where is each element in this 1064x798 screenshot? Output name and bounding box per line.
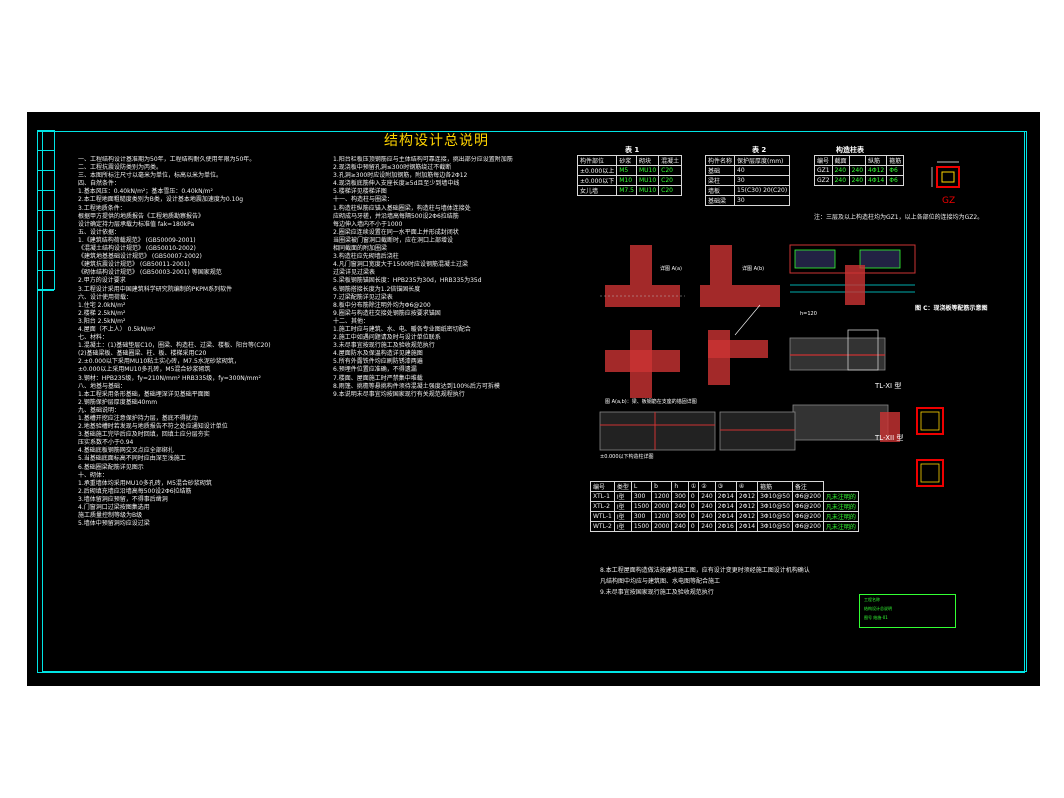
table-header-cell: ④ [735,481,759,492]
lintel-type-1: TL-XI 型 [874,381,901,390]
detail-c-label: 图 A(a,b)：梁、板钢筋在支座的锚固详图 [605,398,697,405]
table-cell: 2Φ12 [735,511,759,522]
gz-section [936,166,960,188]
table-cell: 240 [698,501,716,512]
table-cell: Φ6@200 [791,501,824,512]
table-cell: WTL-2 [590,521,615,532]
table-cell: 2Φ16 [714,521,737,532]
table-cell: 1200 [651,491,673,502]
table-row: WTL-2 Ⅰ型 1500 2000 240 0 240 2Φ16 2Φ14 3Φ10@50 Φ6@… [590,521,859,532]
table-cell: 2Φ12 [735,501,759,512]
table-cell: 3Φ10@50 [757,501,793,512]
slab-detail [789,244,916,305]
table-cell: 240 [671,521,689,532]
table-cell: 2Φ14 [714,491,737,502]
stamp-line3: 图号 结施-01 [864,615,888,620]
table-cell: 凡未注明的 [822,521,859,532]
table-cell: Ⅰ型 [613,511,632,522]
table-cell: 2Φ12 [735,491,759,502]
table-cell: 0 [687,501,700,512]
table-header-cell: 箍筋 [757,481,793,492]
table-header-cell: h [671,481,689,492]
lintel-table: 编号 类型 Lb h ① ② ③ ④ 箍筋 备注 XTL-1 Ⅰ型 300 1200 300 0 240 2Φ14… [590,481,859,532]
table-cell: Φ6@200 [791,511,824,522]
stamp-line2: 结构设计总说明 [864,606,892,611]
table-cell: 1500 [630,501,653,512]
table-header-cell: 编号 [590,481,615,492]
title-block: 工程名称 结构设计总说明 图号 结施-01 [859,594,956,628]
detail-j-label: ±0.000以下构造柱详图 [600,453,654,460]
table-cell: Ⅰ型 [613,491,632,502]
table-header-cell: ② [698,481,716,492]
table-cell: XTL-2 [590,501,615,512]
table-cell: 0 [687,511,700,522]
table-cell: 2Φ14 [714,511,737,522]
detail-a-label: 详图 A(a) [660,265,682,272]
table-cell: WTL-1 [590,511,615,522]
footing-detail [599,411,796,451]
table-header-cell: ③ [714,481,737,492]
table-cell: 1200 [651,511,673,522]
table-cell: 2Φ14 [714,501,737,512]
table-cell: XTL-1 [590,491,615,502]
table-header-cell: 类型 [613,481,632,492]
table-header-cell: 备注 [791,481,824,492]
table-cell: 2000 [651,521,673,532]
table-header-cell: b [651,481,673,492]
gz-rebar [941,171,955,183]
stamp-line1: 工程名称 [864,597,880,602]
detail-drawings: 详图 A(a) 详图 A(b) 图 A(a,b)：梁、板钢筋在支座的锚固详图 h… [599,161,988,487]
table-cell: 2Φ14 [735,521,759,532]
table-cell: 凡未注明的 [822,511,859,522]
table-cell: Ⅰ型 [613,501,632,512]
detail-e-title: 图 C：现浇板等配筋示意图 [915,304,988,312]
beam-detail [789,329,886,371]
note-line: 凡结构图中均应与建筑图、水电图等配合施工 [600,578,721,585]
table-cell: 2000 [651,501,673,512]
table-cell: 240 [698,491,716,502]
table-cell: 300 [671,491,689,502]
table-cell: Φ6@200 [791,521,824,532]
table-cell: 300 [630,491,653,502]
table-header-cell: ① [687,481,700,492]
table-row: XTL-1 Ⅰ型 300 1200 300 0 240 2Φ14 2Φ12 3Φ10@50 Φ6@2… [590,491,859,502]
table-cell: 300 [630,511,653,522]
table-row: XTL-2 Ⅰ型 1500 2000 240 0 240 2Φ14 2Φ12 3Φ10@50 Φ6@… [590,501,859,512]
detail-e-label: h=120 [800,311,817,317]
lintel-type-2: TL-XII 型 [874,433,903,442]
table-cell: Ⅰ型 [613,521,632,532]
table-cell: 3Φ10@50 [757,521,793,532]
table-cell: 凡未注明的 [822,491,859,502]
table-cell: 0 [687,491,700,502]
table-cell: 240 [698,521,716,532]
table-cell: 300 [671,511,689,522]
table-cell: 1500 [630,521,653,532]
table-cell: 3Φ10@50 [757,491,793,502]
table-row: WTL-1 Ⅰ型 300 1200 300 0 240 2Φ14 2Φ12 3Φ10@50 Φ6@2… [590,511,859,522]
table-cell: 3Φ10@50 [757,511,793,522]
table-cell: 240 [698,511,716,522]
bottom-notes: 8.本工程屋面构造做法按建筑施工图，应有设计变更时须经施工图设计机构确认 凡结构… [600,565,810,598]
detail-b-label: 详图 A(b) [742,265,764,272]
table-cell: 0 [687,521,700,532]
note-line: 9.未尽事宜按国家现行施工及验收规范执行 [600,589,714,596]
table-cell: 240 [671,501,689,512]
note-line: 8.本工程屋面构造做法按建筑施工图，应有设计变更时须经施工图设计机构确认 [600,567,810,574]
table-cell: 凡未注明的 [822,501,859,512]
table-header-cell: L [630,481,653,492]
table-cell: Φ6@200 [791,491,824,502]
